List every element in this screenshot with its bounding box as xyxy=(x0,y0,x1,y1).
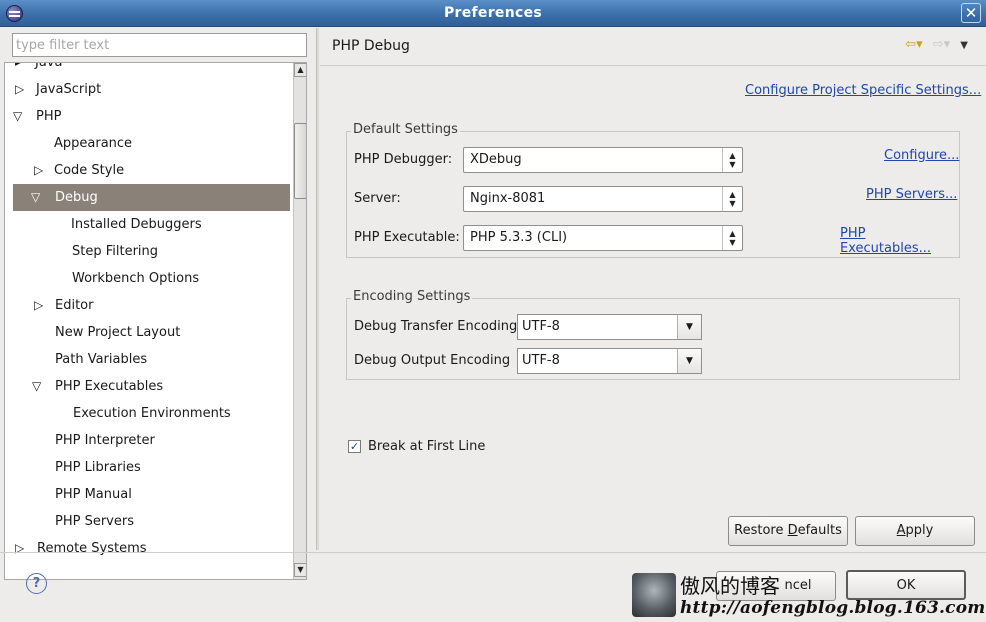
configure-debugger-link[interactable]: Configure... xyxy=(884,148,959,163)
right-panel: PHP Debug ⇦▾ ⇨▾ ▼ Configure Project Spec… xyxy=(320,28,986,550)
php-debugger-label: PHP Debugger: xyxy=(354,152,453,167)
spinner-icon: ▲ ▼ xyxy=(722,226,742,250)
left-panel: ▸ Java ▷ JavaScript ▽ PHP Appearance ▷ C… xyxy=(0,28,316,580)
collapse-arrow-icon[interactable]: ▽ xyxy=(13,103,22,130)
php-executable-label: PHP Executable: xyxy=(354,230,460,245)
debug-transfer-encoding-select[interactable]: UTF-8 ▼ xyxy=(517,314,702,340)
break-at-first-line-label: Break at First Line xyxy=(368,439,486,454)
tree-item-workbench-options[interactable]: Workbench Options xyxy=(5,265,289,292)
tree-item-step-filtering[interactable]: Step Filtering xyxy=(5,238,289,265)
tree-item-code-style[interactable]: ▷ Code Style xyxy=(5,157,289,184)
php-debugger-select[interactable]: XDebug ▲ ▼ xyxy=(463,147,743,173)
panel-divider[interactable] xyxy=(316,28,319,550)
php-servers-link[interactable]: PHP Servers... xyxy=(866,187,957,202)
debug-transfer-encoding-label: Debug Transfer Encoding xyxy=(354,319,518,334)
default-settings-group: Default Settings PHP Debugger: XDebug ▲ ▼… xyxy=(346,122,960,258)
restore-defaults-button[interactable]: Restore Defaults xyxy=(728,516,848,546)
scrollbar-thumb[interactable] xyxy=(294,123,306,199)
page-title: PHP Debug xyxy=(332,38,410,54)
tree-item-php[interactable]: ▽ PHP xyxy=(5,103,289,130)
dropdown-arrow-icon[interactable]: ▼ xyxy=(677,315,701,339)
history-nav: ⇦▾ ⇨▾ ▼ xyxy=(899,37,968,52)
view-menu-icon[interactable]: ▼ xyxy=(960,40,968,51)
expand-arrow-icon[interactable]: ▸ xyxy=(15,63,21,76)
apply-button[interactable]: Apply xyxy=(855,516,975,546)
tree-item-javascript[interactable]: ▷ JavaScript xyxy=(5,76,289,103)
break-at-first-line-checkbox[interactable]: ✓ xyxy=(348,440,361,453)
tree-scrollbar[interactable]: ▲ ▼ xyxy=(293,63,306,579)
title-bar: Preferences ✕ xyxy=(0,0,986,27)
help-icon[interactable]: ? xyxy=(26,573,47,594)
expand-arrow-icon[interactable]: ▷ xyxy=(15,76,24,103)
wolf-avatar-image xyxy=(632,573,676,617)
collapse-arrow-icon[interactable]: ▽ xyxy=(31,184,40,211)
window-title: Preferences xyxy=(443,5,543,21)
encoding-settings-legend: Encoding Settings xyxy=(351,289,473,304)
collapse-arrow-icon[interactable]: ▽ xyxy=(32,373,41,400)
tree-item-appearance[interactable]: Appearance xyxy=(5,130,289,157)
watermark-url: http://aofengblog.blog.163.com xyxy=(680,598,986,618)
tree-item-path-variables[interactable]: Path Variables xyxy=(5,346,289,373)
configure-project-settings-link[interactable]: Configure Project Specific Settings... xyxy=(745,83,981,98)
tree-item-new-project-layout[interactable]: New Project Layout xyxy=(5,319,289,346)
forward-arrow-icon[interactable]: ⇨▾ xyxy=(933,37,950,52)
php-executable-select[interactable]: PHP 5.3.3 (CLI) ▲ ▼ xyxy=(463,225,743,251)
default-settings-legend: Default Settings xyxy=(351,122,460,137)
tree-item-java[interactable]: ▸ Java xyxy=(5,63,289,76)
tree-item-installed-debuggers[interactable]: Installed Debuggers xyxy=(5,211,289,238)
tree-item-execution-environments[interactable]: Execution Environments xyxy=(5,400,289,427)
tree-item-php-executables[interactable]: ▽ PHP Executables xyxy=(5,373,289,400)
tree-item-debug[interactable]: ▽ Debug xyxy=(13,184,290,211)
dropdown-arrow-icon[interactable]: ▼ xyxy=(677,349,701,373)
tree-item-editor[interactable]: ▷ Editor xyxy=(5,292,289,319)
tree-item-php-servers[interactable]: PHP Servers xyxy=(5,508,289,535)
server-select[interactable]: Nginx-8081 ▲ ▼ xyxy=(463,186,743,212)
php-executables-link[interactable]: PHP Executables... xyxy=(840,226,959,256)
tree-item-php-manual[interactable]: PHP Manual xyxy=(5,481,289,508)
scroll-up-icon[interactable]: ▲ xyxy=(294,63,306,77)
debug-output-encoding-select[interactable]: UTF-8 ▼ xyxy=(517,348,702,374)
page-header: PHP Debug ⇦▾ ⇨▾ ▼ xyxy=(320,28,986,66)
back-arrow-icon[interactable]: ⇦▾ xyxy=(905,37,922,52)
tree-item-php-libraries[interactable]: PHP Libraries xyxy=(5,454,289,481)
watermark-title: 傲风的博客 xyxy=(680,574,780,598)
preferences-tree: ▸ Java ▷ JavaScript ▽ PHP Appearance ▷ C… xyxy=(4,62,307,580)
dialog-footer: ? ncel OK 傲风的博客 http://aofengblog.blog.1… xyxy=(0,552,986,622)
debug-output-encoding-label: Debug Output Encoding xyxy=(354,353,511,368)
close-button[interactable]: ✕ xyxy=(961,3,981,23)
tree-item-php-interpreter[interactable]: PHP Interpreter xyxy=(5,427,289,454)
spinner-icon: ▲ ▼ xyxy=(722,148,742,172)
expand-arrow-icon[interactable]: ▷ xyxy=(34,292,43,319)
encoding-settings-group: Encoding Settings Debug Transfer Encodin… xyxy=(346,289,960,380)
expand-arrow-icon[interactable]: ▷ xyxy=(34,157,43,184)
watermark: 傲风的博客 http://aofengblog.blog.163.com xyxy=(632,573,985,621)
spinner-icon: ▲ ▼ xyxy=(722,187,742,211)
filter-input[interactable] xyxy=(12,33,307,57)
server-label: Server: xyxy=(354,191,401,206)
